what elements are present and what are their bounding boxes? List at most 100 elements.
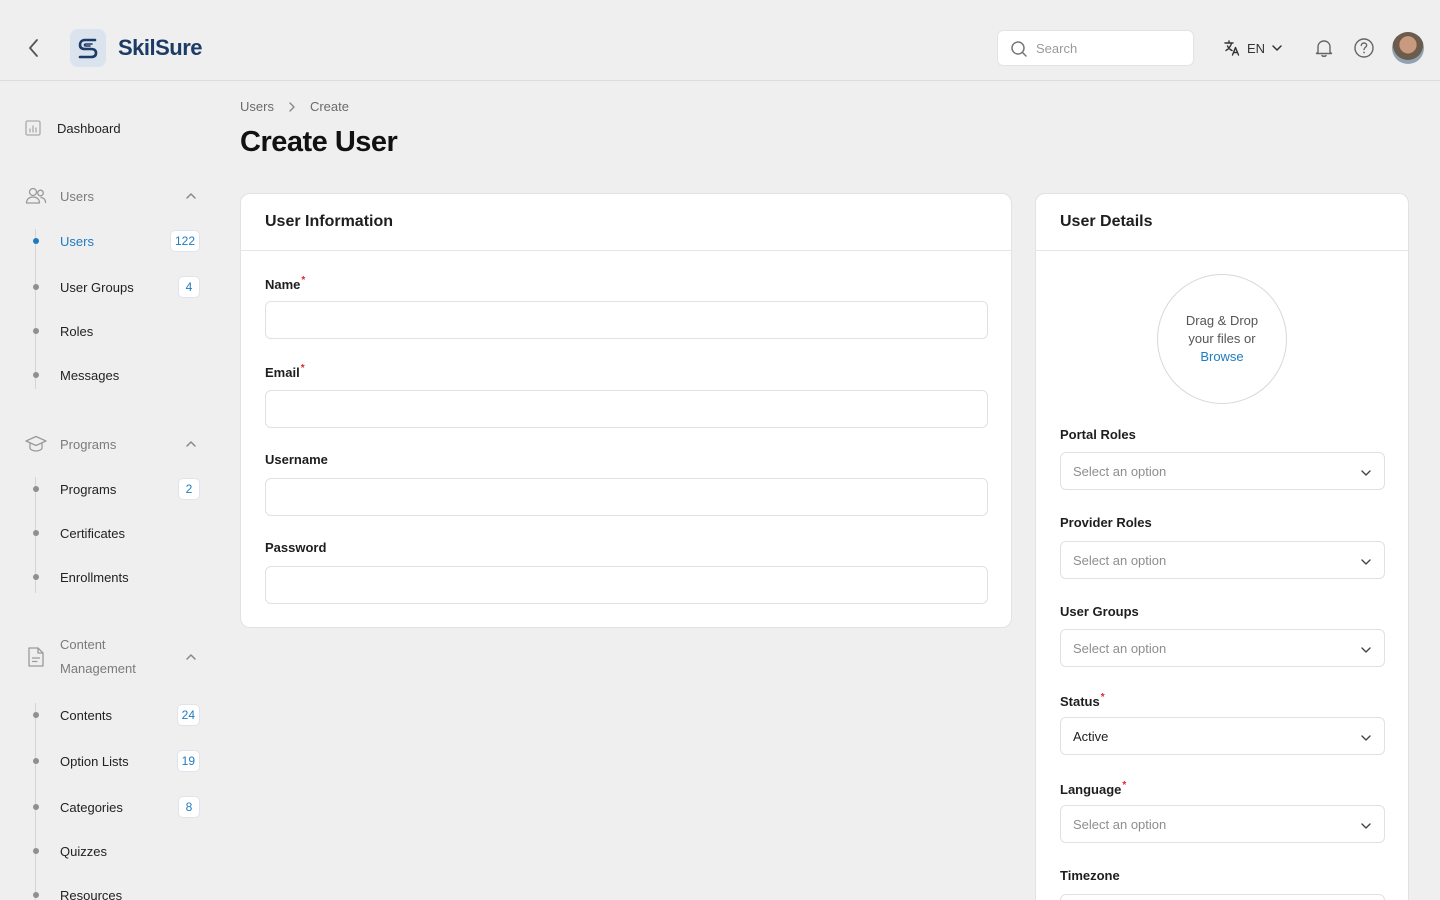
bullet-dot	[33, 284, 39, 290]
required-asterisk: *	[301, 275, 306, 286]
sidebar-item-certificates[interactable]: Certificates	[30, 522, 202, 544]
count-badge: 4	[178, 276, 200, 298]
chevron-down-icon	[1361, 647, 1371, 653]
sidebar-item-enrollments[interactable]: Enrollments	[30, 566, 202, 588]
card-title: User Details	[1036, 194, 1408, 251]
sidebar-item-label: Categories	[60, 799, 123, 815]
sidebar-item-label: Users	[60, 233, 94, 249]
sidebar-group-content-management[interactable]: Content Management	[24, 633, 200, 681]
sidebar-group-label: Users	[60, 188, 94, 204]
sidebar-group-programs[interactable]: Programs	[24, 432, 200, 456]
avatar[interactable]	[1392, 32, 1424, 64]
back-arrow-icon[interactable]	[22, 36, 46, 60]
timezone-label: Timezone	[1060, 868, 1120, 883]
translate-icon	[1224, 40, 1240, 56]
required-asterisk: *	[1100, 692, 1105, 703]
breadcrumb: Users Create	[240, 99, 349, 114]
dropzone-text: your files or	[1188, 331, 1256, 346]
sidebar: Dashboard Users Users 122 User Groups 4 …	[0, 81, 220, 900]
chevron-down-icon	[1361, 559, 1371, 565]
bell-icon[interactable]	[1313, 37, 1335, 59]
sidebar-item-label: Enrollments	[60, 569, 129, 585]
graduation-cap-icon	[25, 435, 47, 452]
sidebar-item-label: Certificates	[60, 525, 126, 541]
count-badge: 19	[176, 750, 200, 772]
name-field[interactable]	[265, 301, 988, 339]
chevron-right-icon	[289, 101, 295, 112]
username-field[interactable]	[265, 478, 988, 516]
timezone-select[interactable]	[1060, 894, 1385, 900]
sidebar-item-quizzes[interactable]: Quizzes	[30, 840, 202, 862]
bullet-dot	[33, 848, 39, 854]
user-details-card: User Details Drag & Drop your files or B…	[1035, 193, 1409, 900]
select-placeholder: Select an option	[1073, 553, 1167, 568]
bullet-dot	[33, 574, 39, 580]
sidebar-group-label: Content	[60, 637, 106, 652]
language-select[interactable]: Select an option	[1060, 805, 1385, 843]
chevron-up-icon	[186, 654, 196, 660]
sidebar-item-roles[interactable]: Roles	[30, 320, 202, 342]
language-switcher[interactable]: EN	[1223, 38, 1283, 58]
select-placeholder: Select an option	[1073, 817, 1167, 832]
sidebar-group-label: Programs	[60, 436, 117, 452]
browse-link[interactable]: Browse	[1200, 348, 1243, 366]
count-badge: 8	[178, 796, 200, 818]
chevron-down-icon	[1361, 823, 1371, 829]
search-box[interactable]	[997, 30, 1194, 66]
status-select[interactable]: Active	[1060, 717, 1385, 755]
email-label: Email*	[265, 363, 305, 380]
breadcrumb-users-link[interactable]: Users	[240, 99, 274, 114]
dropzone-text: Drag & Drop	[1185, 313, 1259, 328]
bullet-dot	[33, 328, 39, 334]
count-badge: 122	[169, 230, 200, 252]
search-input[interactable]	[1036, 31, 1186, 65]
portal-roles-select[interactable]: Select an option	[1060, 452, 1385, 490]
sidebar-item-label: Roles	[60, 323, 94, 339]
logo-icon[interactable]	[70, 29, 106, 67]
email-field[interactable]	[265, 390, 988, 428]
sidebar-item-label: Option Lists	[60, 753, 129, 769]
sidebar-item-users[interactable]: Users 122	[30, 230, 202, 252]
sidebar-item-messages[interactable]: Messages	[30, 364, 202, 386]
count-badge: 2	[178, 478, 200, 500]
sidebar-item-option-lists[interactable]: Option Lists 19	[30, 750, 202, 772]
chevron-down-icon	[1361, 470, 1371, 476]
sidebar-item-resources[interactable]: Resources	[30, 884, 202, 900]
sidebar-item-label: Dashboard	[57, 120, 121, 136]
required-asterisk: *	[1122, 780, 1127, 791]
sidebar-group-users[interactable]: Users	[24, 184, 200, 208]
required-asterisk: *	[300, 363, 305, 374]
sidebar-item-label: Resources	[60, 887, 123, 900]
portal-roles-label: Portal Roles	[1060, 427, 1136, 442]
sidebar-item-dashboard[interactable]: Dashboard	[24, 119, 121, 137]
chevron-up-icon	[186, 193, 196, 199]
sidebar-item-categories[interactable]: Categories 8	[30, 796, 202, 818]
users-icon	[25, 187, 47, 204]
bullet-dot	[33, 712, 39, 718]
language-label: Language*	[1060, 780, 1127, 797]
user-groups-select[interactable]: Select an option	[1060, 629, 1385, 667]
bullet-dot	[33, 486, 39, 492]
sidebar-item-label: Messages	[60, 367, 120, 383]
avatar-dropzone[interactable]: Drag & Drop your files or Browse	[1157, 274, 1287, 404]
sidebar-item-contents[interactable]: Contents 24	[30, 704, 202, 726]
dashboard-icon	[25, 120, 41, 136]
bullet-dot	[33, 804, 39, 810]
password-field[interactable]	[265, 566, 988, 604]
sidebar-item-programs[interactable]: Programs 2	[30, 478, 202, 500]
user-groups-label: User Groups	[1060, 604, 1139, 619]
chevron-up-icon	[186, 441, 196, 447]
select-value: Active	[1073, 729, 1109, 744]
select-placeholder: Select an option	[1073, 464, 1167, 479]
username-label: Username	[265, 452, 328, 467]
sidebar-item-label: Programs	[60, 481, 117, 497]
app-name[interactable]: SkilSure	[118, 35, 203, 61]
provider-roles-select[interactable]: Select an option	[1060, 541, 1385, 579]
search-icon	[1011, 41, 1027, 57]
help-icon[interactable]	[1353, 37, 1375, 59]
top-bar: SkilSure EN	[0, 0, 1440, 81]
user-information-card: User Information Name* Email* Username P…	[240, 193, 1012, 628]
sidebar-item-label: User Groups	[60, 279, 134, 295]
count-badge: 24	[176, 704, 200, 726]
sidebar-item-user-groups[interactable]: User Groups 4	[30, 276, 202, 298]
